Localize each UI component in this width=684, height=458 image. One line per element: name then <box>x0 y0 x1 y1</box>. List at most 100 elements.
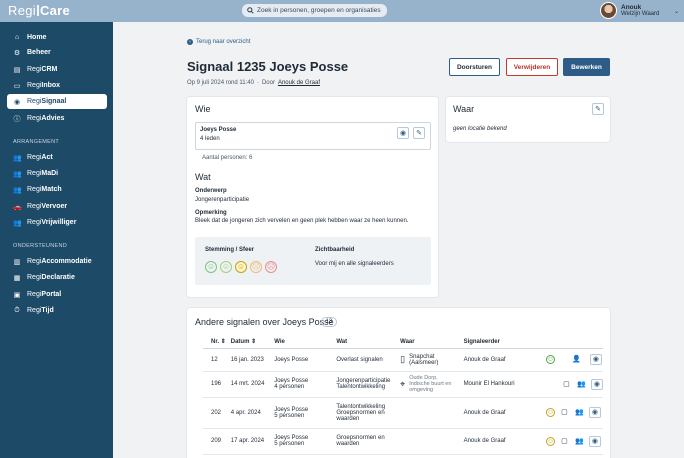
sidebar-item-prefix: Regi <box>27 170 42 177</box>
cell-actions: ▢ 👥 ◉ <box>526 371 603 398</box>
subject-label: Onderwerp <box>195 188 227 194</box>
sidebar-item-prefix: Regi <box>27 186 42 193</box>
chevron-down-icon[interactable]: ⌄ <box>674 8 679 15</box>
signal-meta: Op 9 juli 2024 rond 11:40 · Door Anouk d… <box>187 80 320 86</box>
cell-wie: Joeys Posse 4 personen <box>274 371 337 398</box>
cell-nr: 202 <box>203 397 231 429</box>
sidebar-item-label: CRM <box>41 66 58 73</box>
edit-group-button[interactable]: ✎ <box>413 127 425 139</box>
edit-location-button[interactable]: ✎ <box>592 103 604 115</box>
sidebar-item-prefix: Regi <box>27 274 42 281</box>
sidebar-item-label: Inbox <box>41 82 61 89</box>
signal-date: Op 9 juli 2024 rond 11:40 <box>187 80 254 86</box>
comment-icon: ▢ <box>563 380 570 388</box>
users-icon: 👥 <box>13 219 22 227</box>
search-box[interactable] <box>242 4 387 17</box>
wat-title: Wat <box>195 172 211 182</box>
table-row[interactable]: 196 14 mrt. 2024 Joeys Posse 4 personen J… <box>203 371 603 398</box>
sidebar-item-prefix: Regi <box>27 307 42 314</box>
edit-button[interactable]: Bewerken <box>563 58 610 76</box>
back-link[interactable]: ‹ Terug naar overzicht <box>187 39 250 45</box>
view-signal-button[interactable]: ◉ <box>590 378 603 390</box>
sidebar-item-vervoer[interactable]: 🚗 RegiVervoer <box>7 199 107 214</box>
avatar <box>600 2 617 19</box>
sidebar-item-prefix: Regi <box>27 98 42 105</box>
app-logo[interactable]: Regi Care <box>8 3 70 18</box>
user-menu[interactable]: Anouk Welzijn Waard ⌄ <box>600 2 679 19</box>
car-icon: 🚗 <box>13 203 22 211</box>
view-signal-button[interactable]: ◉ <box>589 354 602 365</box>
users-icon: 👥 <box>13 170 22 178</box>
sidebar-item-label: Act <box>41 154 53 161</box>
comment-icon: ▢ <box>561 437 568 445</box>
column-header-date[interactable]: Datum ⇕ <box>230 336 275 349</box>
sidebar-item-label: Tijd <box>41 307 54 314</box>
sidebar-item-accommodatie[interactable]: ▥ RegiAccommodatie <box>7 254 107 269</box>
sidebar-item-match[interactable]: 👥 RegiMatch <box>7 182 107 197</box>
sidebar-item-declaratie[interactable]: ▦ RegiDeclaratie <box>7 270 107 285</box>
sidebar-item-act[interactable]: 👥 RegiAct <box>7 150 107 165</box>
home-icon: ⌂ <box>14 34 20 41</box>
cell-wat: Groepsnormen en waarden <box>336 428 401 455</box>
sidebar-item-label: Vrijwilliger <box>41 219 77 226</box>
sidebar: ⌂ Home ⚙ Beheer ▤ RegiCRM ▭ RegiInbox ◉ … <box>0 22 113 458</box>
table-row[interactable]: 202 4 apr. 2024 Joeys Posse 5 personen Ta… <box>203 397 603 429</box>
top-bar: RegiCare Anouk Welzijn Waard ⌄ <box>0 0 684 22</box>
remark-value: Bleek dat de jongeren zich vervelen en g… <box>195 218 409 224</box>
sidebar-item-tijd[interactable]: ⏱ RegiTijd <box>7 303 107 318</box>
wie-title: Wie <box>195 104 211 114</box>
cell-waar: ⌖ Oude Dorp, Indische buurt en omgeving <box>400 371 464 398</box>
cell-date: 14 mrt. 2024 <box>230 371 275 398</box>
sidebar-item-advies[interactable]: ⓘ RegiAdvies <box>7 111 107 126</box>
page-title: Signaal 1235 Joeys Posse <box>187 59 349 74</box>
view-group-button[interactable]: ◉ <box>397 127 409 139</box>
persons-count: Aantal personen: 6 <box>202 155 252 161</box>
group-name: Joeys Posse <box>200 127 237 133</box>
cell-wie: Joeys Posse 5 personen <box>274 397 337 429</box>
cell-signaleerder: Anouk de Graaf <box>463 428 527 455</box>
sidebar-item-prefix: Regi <box>27 115 42 122</box>
sad-icon: ☹ <box>250 261 262 273</box>
delete-button[interactable]: Verwijderen <box>506 58 558 76</box>
neutral-icon: ☺ <box>235 261 247 273</box>
visibility-label: Zichtbaarheid <box>315 247 355 253</box>
cell-signaleerder: Mounir El Hankouri <box>463 371 527 398</box>
persons-label: Aantal personen: <box>202 155 248 161</box>
sidebar-item-portal[interactable]: ▣ RegiPortal <box>7 287 107 302</box>
eye-icon: ◉ <box>592 356 599 363</box>
sidebar-item-vrijwilliger[interactable]: 👥 RegiVrijwilliger <box>7 215 107 230</box>
sidebar-item-crm[interactable]: ▤ RegiCRM <box>7 62 107 77</box>
sidebar-item-home[interactable]: ⌂ Home <box>7 30 107 45</box>
sidebar-item-label: Declaratie <box>41 274 75 281</box>
sidebar-item-inbox[interactable]: ▭ RegiInbox <box>7 78 107 93</box>
mood-rating: ☺ ☺ ☺ ☹ ☹ <box>205 261 277 273</box>
sort-icon: ⇕ <box>251 339 257 346</box>
table-row[interactable]: 12 16 jan. 2023 Joeys Posse Overlast sig… <box>203 348 603 372</box>
sidebar-item-signaal[interactable]: ◉ RegiSignaal <box>7 94 107 109</box>
signals-table: Nr. ⇕ Datum ⇕ Wie Wat Waar Signaleerder … <box>203 336 603 455</box>
sidebar-item-prefix: Regi <box>27 219 42 226</box>
sort-icon: ⇕ <box>220 339 226 346</box>
sidebar-item-prefix: Regi <box>27 82 42 89</box>
view-signal-button[interactable]: ◉ <box>588 435 601 447</box>
mood-label: Stemming / Sfeer <box>205 247 255 253</box>
table-row[interactable]: 209 17 apr. 2024 Joeys Posse 5 personen G… <box>203 428 603 455</box>
sidebar-item-madi[interactable]: 👥 RegiMaDi <box>7 166 107 181</box>
sidebar-item-label: Advies <box>41 115 65 122</box>
cell-wat: Talentontwikkeling Groepsnormen en waarde… <box>336 397 401 429</box>
author-link[interactable]: Anouk de Graaf <box>278 80 320 86</box>
arrow-left-icon: ‹ <box>187 39 193 45</box>
user-organisation: Welzijn Waard <box>621 10 660 17</box>
sidebar-item-beheer[interactable]: ⚙ Beheer <box>7 45 107 60</box>
sidebar-heading-ondersteunend: ONDERSTEUNEND <box>13 243 68 249</box>
very-sad-icon: ☹ <box>265 261 277 273</box>
building-icon: ▥ <box>13 258 21 266</box>
forward-button[interactable]: Doorsturen <box>449 58 500 76</box>
view-signal-button[interactable]: ◉ <box>588 407 601 418</box>
column-header-nr[interactable]: Nr. ⇕ <box>203 336 231 349</box>
users-icon: 👥 <box>575 409 584 416</box>
visibility-value: Voor mij en alle signaleerders <box>315 261 394 267</box>
sidebar-item-prefix: Regi <box>27 203 42 210</box>
phone-icon: ▯ <box>400 354 406 364</box>
search-input[interactable] <box>257 7 385 14</box>
